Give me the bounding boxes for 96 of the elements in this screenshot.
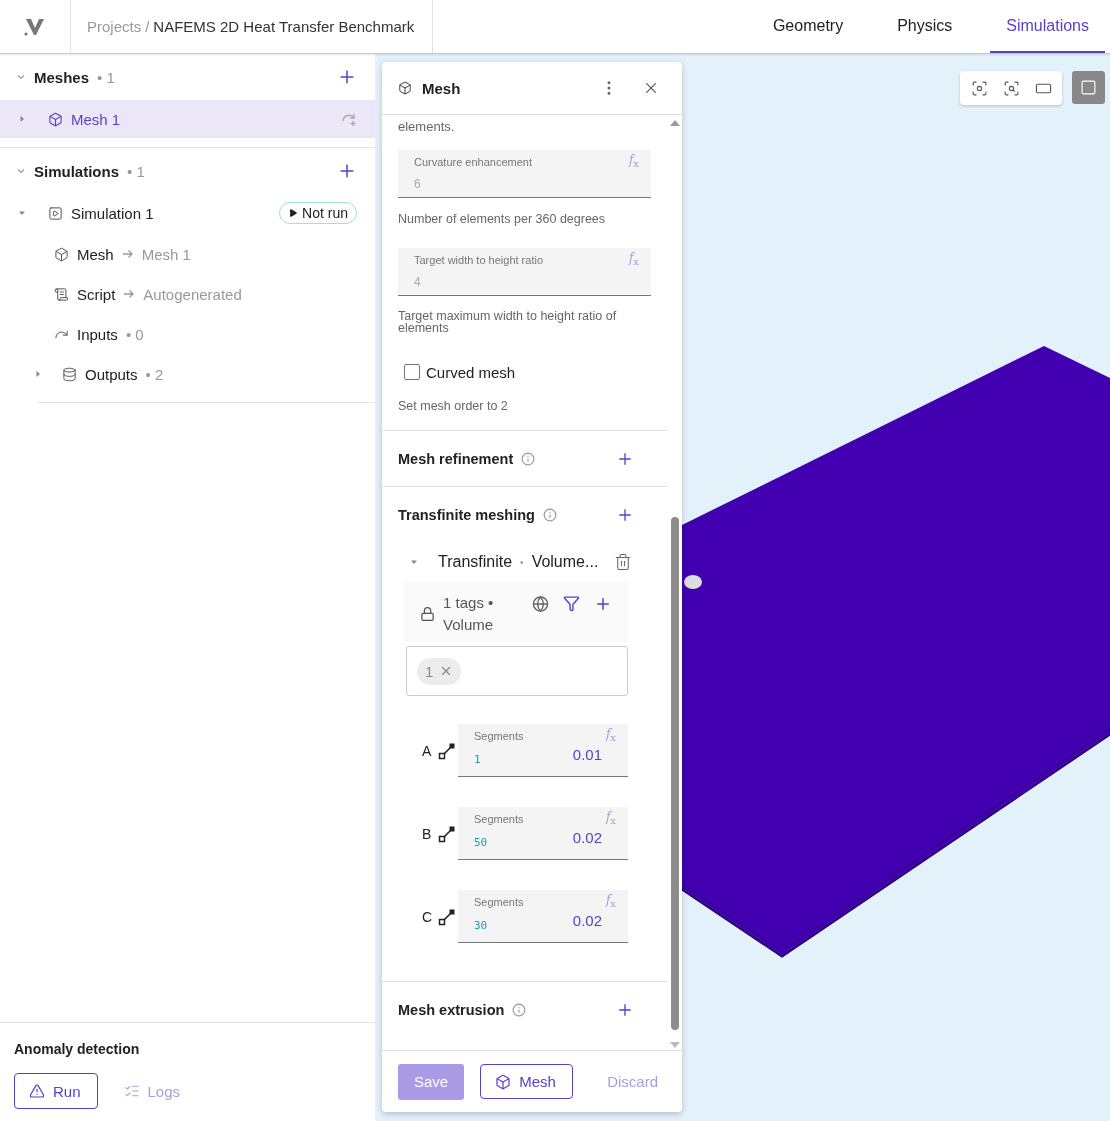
caret-down-icon[interactable] [410, 558, 418, 566]
panel-title: Mesh [422, 79, 461, 97]
field-value: 1 [474, 753, 481, 766]
play-icon [288, 208, 299, 218]
edge-icon [438, 824, 456, 843]
section-title: Meshes [34, 68, 90, 86]
add-button[interactable] [594, 595, 612, 613]
tree-item[interactable]: Mesh Mesh 1 [0, 234, 375, 274]
edge-icon [438, 907, 456, 926]
help-text: Set mesh order to 2 [398, 399, 509, 412]
tree-item[interactable]: Simulation 1 Not run [0, 194, 375, 232]
nav-tab[interactable]: Geometry [756, 0, 860, 53]
caret-right-icon[interactable] [34, 370, 42, 378]
breadcrumb-separator: / [145, 18, 150, 35]
mesh-button[interactable]: Mesh [480, 1064, 573, 1099]
edge-label: B [422, 825, 433, 842]
item-count: • 0 [125, 325, 144, 343]
link-target: Mesh 1 [141, 245, 191, 263]
input-field[interactable]: Segments 1 0.01 f$_{x}$ [458, 724, 628, 777]
cube-icon [398, 81, 412, 95]
separator-dot: • [520, 556, 524, 568]
tree-item-label: Mesh [77, 245, 114, 263]
link-target: Autogenerated [143, 285, 242, 303]
field-label: Segments [474, 730, 524, 742]
input-field[interactable]: Segments 50 0.02 f$_{x}$ [458, 807, 628, 860]
chevron-down-icon[interactable] [16, 166, 26, 176]
info-icon[interactable] [521, 451, 536, 466]
checklist-icon [123, 1083, 140, 1099]
input-field[interactable]: Target width to height ratio 4 f$_{x}$ [398, 247, 651, 296]
tree-item[interactable]: Mesh 1 [0, 100, 375, 138]
field-value: 6 [414, 177, 421, 191]
zoom-fit-icon [1002, 79, 1020, 97]
section-title: Mesh extrusion [398, 1001, 505, 1018]
edge-icon [438, 741, 456, 760]
item-count: • 2 [145, 365, 164, 383]
cube-icon [54, 246, 69, 262]
filter-icon[interactable] [563, 595, 580, 612]
help-text: Number of elements per 360 degrees [398, 213, 607, 226]
tree-item-label: Mesh 1 [71, 110, 121, 128]
focus-icon [970, 79, 988, 97]
run-button[interactable]: Run [14, 1073, 98, 1109]
section-title: Anomaly detection [14, 1041, 141, 1057]
lock-icon [420, 606, 436, 622]
input-field[interactable]: Segments 30 0.02 f$_{x}$ [458, 890, 628, 943]
field-value: 30 [474, 919, 488, 932]
nav-tab[interactable]: Physics [881, 0, 969, 53]
field-label: Curvature enhancement [414, 156, 532, 168]
tree-item-label: Simulation 1 [71, 204, 154, 222]
trash-icon[interactable] [614, 553, 632, 571]
section-title: Mesh refinement [398, 450, 514, 467]
scroll-up-icon[interactable] [670, 120, 680, 126]
size-value: 0.02 [572, 912, 602, 929]
globe-icon[interactable] [532, 595, 549, 613]
checkbox-label: Curved mesh [426, 363, 516, 381]
help-text: Target maximum width to height ratio of elements [398, 309, 618, 335]
caret-down-icon[interactable] [18, 209, 26, 217]
script-icon [54, 286, 69, 302]
section-title: Transfinite meshing [398, 506, 535, 523]
play-square-icon [48, 205, 63, 221]
status-text: Not run [302, 205, 348, 221]
logo-icon [23, 16, 47, 37]
field-value: 50 [474, 836, 488, 849]
tree-item-label: Inputs [77, 325, 118, 343]
help-text: elements. [398, 119, 456, 134]
tree-item-label: Outputs [85, 365, 138, 383]
project-title: NAFEMS 2D Heat Transfer Benchmark [153, 18, 415, 35]
tree-item[interactable]: Outputs • 2 [0, 354, 375, 394]
warning-icon [29, 1083, 45, 1099]
info-icon[interactable] [543, 507, 557, 522]
tree-item[interactable]: Script Autogenerated [0, 274, 375, 314]
square-icon [1080, 79, 1097, 96]
input-field[interactable]: Curvature enhancement 6 f$_{x}$ [398, 150, 651, 198]
size-value: 0.02 [572, 829, 602, 846]
item-title: Transfinite [438, 553, 513, 571]
edge-label: A [422, 742, 433, 759]
item-type: Volume... [531, 553, 599, 571]
edge-label: C [422, 908, 434, 925]
field-label: Segments [474, 813, 524, 825]
info-icon[interactable] [512, 1002, 527, 1017]
tree-item[interactable]: Inputs • 0 [0, 314, 375, 354]
section-title: Simulations [34, 162, 119, 180]
field-label: Target width to height ratio [414, 253, 544, 266]
cube-icon [495, 1073, 512, 1090]
section-count: • 1 [127, 162, 145, 180]
checkbox[interactable] [404, 364, 420, 380]
chevron-down-icon[interactable] [16, 72, 26, 82]
tree-item-label: Script [77, 285, 116, 303]
field-value: 4 [414, 274, 421, 289]
database-icon [62, 366, 77, 382]
cube-icon [48, 111, 63, 127]
field-label: Segments [474, 896, 524, 908]
3d-viewport[interactable] [375, 54, 1110, 1121]
caret-right-icon[interactable] [18, 115, 26, 123]
section-count: • 1 [97, 68, 115, 86]
tag-summary: 1 tags • Volume [443, 593, 495, 635]
size-value: 0.01 [572, 746, 602, 763]
